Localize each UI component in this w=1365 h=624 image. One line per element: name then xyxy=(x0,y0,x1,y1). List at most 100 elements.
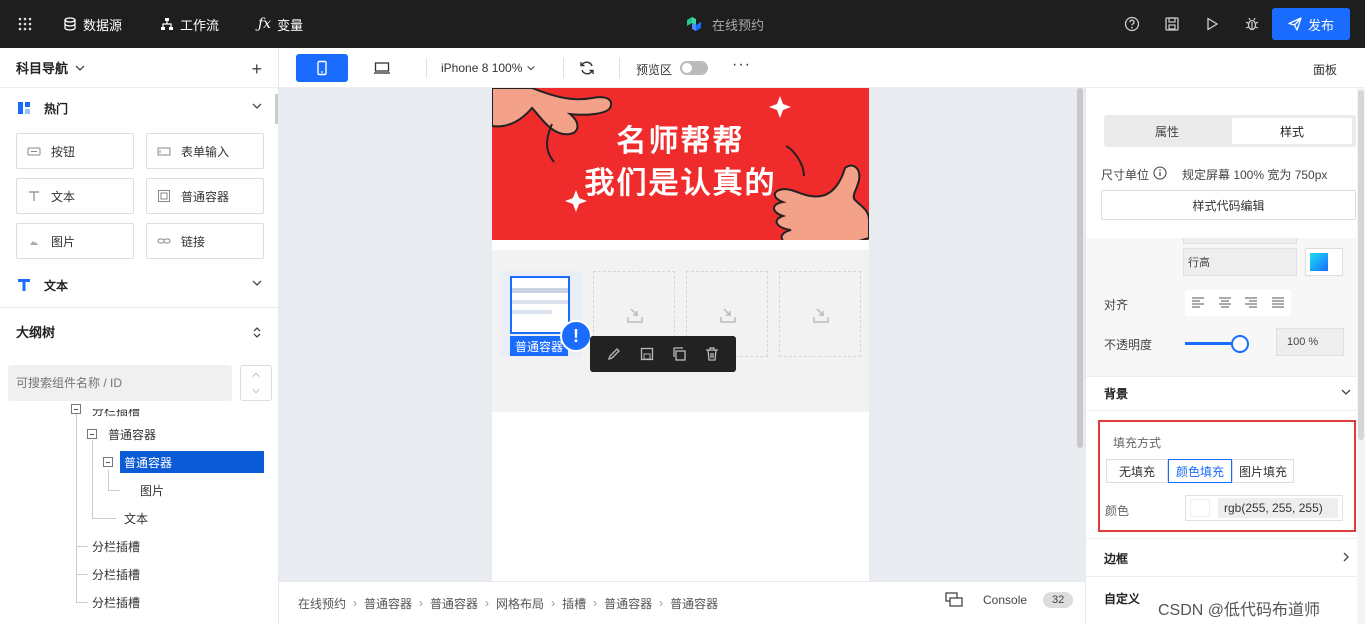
opacity-input[interactable]: 100 % xyxy=(1276,328,1344,356)
preview-toggle[interactable] xyxy=(680,61,708,75)
component-form-input[interactable]: 表单输入 xyxy=(146,133,264,169)
breadcrumb-item[interactable]: 普通容器 xyxy=(364,595,412,612)
component-search-input[interactable] xyxy=(8,365,232,401)
scrollbar-thumb[interactable] xyxy=(1358,90,1364,440)
style-code-edit-button[interactable]: 样式代码编辑 xyxy=(1101,190,1356,220)
font-field[interactable] xyxy=(1183,238,1297,244)
tree-node[interactable]: 分栏插槽 xyxy=(92,535,140,557)
divider xyxy=(1086,576,1365,577)
add-icon[interactable]: + xyxy=(251,59,262,80)
component-link[interactable]: 链接 xyxy=(146,223,264,259)
grid-layout[interactable]: 普通容器 ! xyxy=(492,250,869,412)
publish-button[interactable]: 发布 xyxy=(1272,8,1350,40)
warning-icon[interactable]: ! xyxy=(560,320,592,352)
tree-node[interactable]: 分栏插槽 xyxy=(92,563,140,585)
console-button[interactable]: Console 32 xyxy=(945,592,1074,608)
color-swatch[interactable] xyxy=(1190,499,1210,517)
image-icon xyxy=(30,241,38,245)
help-icon[interactable] xyxy=(1124,16,1140,32)
placeholder-bar xyxy=(512,300,568,304)
copy-icon[interactable] xyxy=(671,346,687,362)
search-stepper[interactable] xyxy=(240,365,272,401)
delete-icon[interactable] xyxy=(704,346,720,362)
section-hot-label: 热门 xyxy=(44,101,69,116)
background-section-title[interactable]: 背景 xyxy=(1104,385,1128,402)
banner-image[interactable]: 名师帮帮 我们是认真的 xyxy=(492,88,869,250)
nav-variable[interactable]: ƒx 变量 xyxy=(258,0,303,48)
fill-color-button[interactable]: 颜色填充 xyxy=(1168,459,1232,483)
tree-node[interactable]: 文本 xyxy=(124,507,148,529)
save-icon[interactable] xyxy=(1164,16,1180,32)
info-icon[interactable] xyxy=(1153,166,1167,180)
color-picker-field[interactable]: rgb(255, 255, 255) xyxy=(1185,495,1343,521)
custom-section-title[interactable]: 自定义 xyxy=(1104,590,1140,607)
nav-datasource[interactable]: 数据源 xyxy=(63,0,122,48)
tree-node[interactable]: 普通容器 xyxy=(108,423,156,445)
chevron-up-icon[interactable] xyxy=(251,370,261,380)
drop-icon xyxy=(813,308,829,323)
fill-none-button[interactable]: 无填充 xyxy=(1106,459,1168,483)
floating-toolbar xyxy=(590,336,736,372)
tree-line xyxy=(76,602,88,603)
opacity-slider-handle[interactable] xyxy=(1231,335,1249,353)
tab-properties[interactable]: 属性 xyxy=(1107,118,1227,144)
component-image[interactable]: 图片 xyxy=(16,223,134,259)
breadcrumb-item[interactable]: 在线预约 xyxy=(298,595,346,612)
chevron-down-icon[interactable] xyxy=(251,386,261,396)
play-icon[interactable] xyxy=(1204,16,1220,32)
right-scrollbar[interactable] xyxy=(1357,88,1365,624)
breadcrumb-item[interactable]: 网格布局 xyxy=(496,595,544,612)
tree-node[interactable]: 分栏插槽 xyxy=(92,591,140,613)
divider xyxy=(1086,376,1365,377)
align-left-icon[interactable] xyxy=(1191,297,1205,309)
section-text[interactable]: 文本 xyxy=(0,267,278,303)
collapse-icon[interactable] xyxy=(251,326,263,338)
line-height-field[interactable]: 行高 xyxy=(1183,248,1297,276)
save-template-icon[interactable] xyxy=(639,346,655,362)
component-container[interactable]: 普通容器 xyxy=(146,178,264,214)
tree-node[interactable]: 分栏插槽 xyxy=(92,409,140,421)
console-label: Console xyxy=(983,593,1028,607)
component-text[interactable]: 文本 xyxy=(16,178,134,214)
align-right-icon[interactable] xyxy=(1244,297,1258,309)
chevron-right-icon[interactable] xyxy=(1340,551,1352,563)
mobile-view-button[interactable] xyxy=(296,54,348,82)
rotate-icon[interactable] xyxy=(579,60,595,76)
align-center-icon[interactable] xyxy=(1218,297,1232,309)
bug-icon[interactable] xyxy=(1244,16,1260,32)
component-button[interactable]: 按钮 xyxy=(16,133,134,169)
grid-icon[interactable] xyxy=(17,16,33,32)
breadcrumb-item[interactable]: 插槽 xyxy=(562,595,586,612)
text-color-picker[interactable] xyxy=(1305,248,1343,276)
divider xyxy=(1086,538,1365,539)
canvas-scrollbar[interactable] xyxy=(1077,88,1083,448)
tree-collapse-icon[interactable] xyxy=(71,404,81,414)
desktop-view-button[interactable] xyxy=(356,54,408,82)
chevron-down-icon[interactable] xyxy=(1340,386,1352,398)
tree-node-selected[interactable]: 普通容器 xyxy=(120,451,264,473)
device-select[interactable]: iPhone 8 100% xyxy=(441,48,536,88)
selected-container[interactable] xyxy=(510,276,570,334)
tree-collapse-icon[interactable] xyxy=(87,429,97,439)
fill-image-button[interactable]: 图片填充 xyxy=(1232,459,1294,483)
breadcrumb-item[interactable]: 普通容器 xyxy=(604,595,652,612)
outline-tree-header[interactable]: 大纲树 xyxy=(0,307,278,355)
tree-node[interactable]: 图片 xyxy=(140,479,164,501)
align-justify-icon[interactable] xyxy=(1271,297,1285,309)
edit-icon[interactable] xyxy=(606,346,622,362)
grid-cell[interactable] xyxy=(779,271,861,357)
tree-collapse-icon[interactable] xyxy=(103,457,113,467)
design-canvas[interactable]: 名师帮帮 我们是认真的 普通容器 ! xyxy=(279,88,1085,581)
chevron-down-icon[interactable] xyxy=(74,62,86,74)
tab-style[interactable]: 样式 xyxy=(1232,118,1352,144)
more-icon[interactable]: ··· xyxy=(732,56,751,74)
subject-nav-header[interactable]: 科目导航 + xyxy=(0,48,278,88)
color-value[interactable]: rgb(255, 255, 255) xyxy=(1218,498,1338,518)
align-label: 对齐 xyxy=(1104,298,1129,312)
nav-workflow[interactable]: 工作流 xyxy=(160,0,219,48)
border-section-title[interactable]: 边框 xyxy=(1104,550,1128,567)
breadcrumb-item[interactable]: 普通容器 xyxy=(670,595,718,612)
breadcrumb-item[interactable]: 普通容器 xyxy=(430,595,478,612)
panel-button[interactable]: 面板 xyxy=(1313,61,1337,78)
section-hot[interactable]: 热门 xyxy=(0,90,278,126)
